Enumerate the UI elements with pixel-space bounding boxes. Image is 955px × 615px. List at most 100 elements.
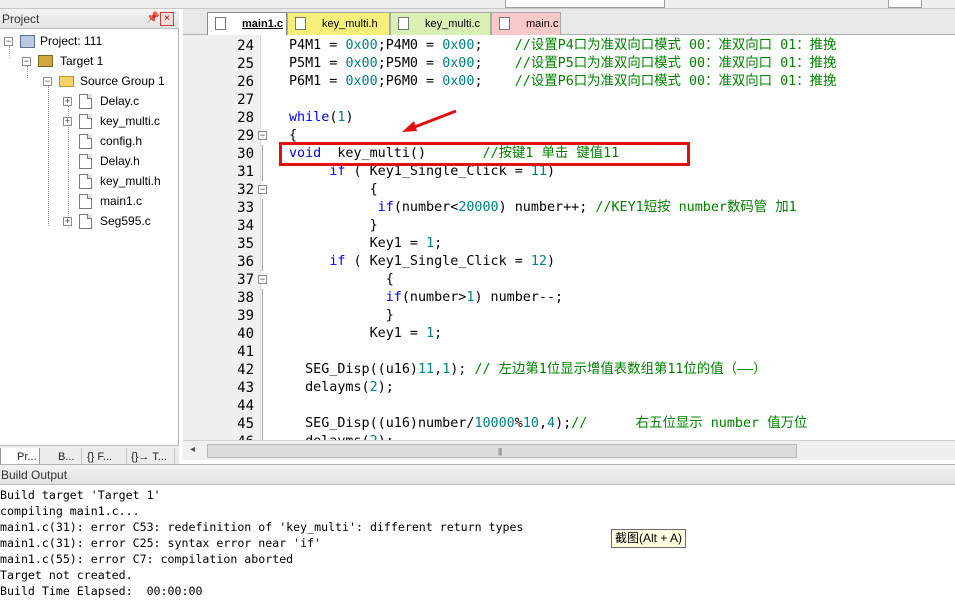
line-number: 40 bbox=[237, 326, 254, 342]
collapse-icon[interactable]: − bbox=[43, 77, 52, 86]
line-number: 42 bbox=[237, 362, 254, 378]
tree-item-file[interactable]: key_multi.h bbox=[0, 172, 178, 190]
pin-icon[interactable]: 📌 bbox=[146, 11, 160, 24]
project-icon bbox=[20, 35, 35, 48]
tab-label: key_multi.h bbox=[322, 18, 378, 30]
tree-item-file[interactable]: + key_multi.c bbox=[0, 112, 178, 130]
tab-key-multi-h[interactable]: key_multi.h bbox=[287, 12, 390, 35]
tree-item-project[interactable]: − Project: 111 bbox=[0, 32, 178, 50]
tree-item-label: key_multi.h bbox=[100, 174, 161, 188]
code-line[interactable]: if ( Key1_Single_Click = 12) bbox=[289, 253, 555, 271]
file-icon bbox=[79, 214, 92, 229]
tab-label: main1.c bbox=[242, 18, 283, 30]
line-number: 27 bbox=[237, 92, 254, 108]
build-output-panel[interactable]: Build target 'Target 1' compiling main1.… bbox=[0, 485, 955, 615]
scroll-left-icon[interactable]: ◂ bbox=[190, 444, 195, 455]
line-number: 34 bbox=[237, 218, 254, 234]
project-panel: Project 📌 × − Project: 111 − Target 1 − … bbox=[0, 9, 179, 469]
file-icon bbox=[295, 17, 306, 30]
code-line[interactable]: P6M1 = 0x00;P6M0 = 0x00; //设置P6口为准双向口模式 … bbox=[289, 73, 836, 91]
fold-toggle-icon[interactable]: − bbox=[258, 131, 267, 140]
file-icon bbox=[398, 17, 409, 30]
file-icon bbox=[79, 94, 92, 109]
tree-item-file[interactable]: config.h bbox=[0, 132, 178, 150]
line-number: 31 bbox=[237, 164, 254, 180]
line-number-gutter: 24 25 26 27 28 29−30 31 32−33 34 35 36 37−38 39 40 41 4… bbox=[183, 35, 267, 440]
line-number: 39 bbox=[237, 308, 254, 324]
code-line[interactable]: } bbox=[289, 307, 394, 325]
file-icon bbox=[79, 114, 92, 129]
close-icon[interactable]: × bbox=[160, 12, 174, 26]
tree-item-label: Project: 111 bbox=[40, 34, 103, 48]
collapse-icon[interactable]: − bbox=[4, 37, 13, 46]
line-number: 43 bbox=[237, 380, 254, 396]
tree-item-file[interactable]: + Delay.c bbox=[0, 92, 178, 110]
tab-label: B... bbox=[58, 451, 75, 463]
code-line[interactable]: Key1 = 1; bbox=[289, 325, 443, 343]
tree-item-file[interactable]: Delay.h bbox=[0, 152, 178, 170]
code-line[interactable]: delayms(2); bbox=[289, 433, 394, 440]
toolbar-combo[interactable] bbox=[505, 0, 665, 8]
line-number: 26 bbox=[237, 74, 254, 90]
file-icon bbox=[499, 17, 510, 30]
tab-main1-c[interactable]: main1.c bbox=[207, 12, 287, 35]
code-editor[interactable]: 24 25 26 27 28 29−30 31 32−33 34 35 36 37−38 39 40 41 4… bbox=[183, 35, 955, 440]
line-number: 32 bbox=[237, 182, 254, 198]
line-number: 36 bbox=[237, 254, 254, 270]
build-output-title: Build Output bbox=[1, 468, 68, 482]
scrollbar-thumb[interactable]: ||| bbox=[207, 444, 797, 458]
grip-icon: ||| bbox=[498, 447, 502, 456]
tree-item-label: Target 1 bbox=[60, 54, 104, 68]
toolbar-button[interactable] bbox=[888, 0, 922, 8]
tab-main-c[interactable]: main.c bbox=[491, 12, 561, 35]
expand-icon[interactable]: + bbox=[63, 217, 72, 226]
expand-icon[interactable]: + bbox=[63, 97, 72, 106]
build-output-line: Build target 'Target 1' bbox=[0, 488, 161, 502]
code-line[interactable]: delayms(2); bbox=[289, 379, 394, 397]
line-number: 37 bbox=[237, 272, 254, 288]
fold-toggle-icon[interactable]: − bbox=[258, 275, 267, 284]
code-line[interactable]: { bbox=[289, 181, 378, 199]
code-line[interactable]: { bbox=[289, 271, 394, 289]
tooltip: 截图(Alt + A) bbox=[611, 529, 687, 548]
tab-label: key_multi.c bbox=[425, 18, 481, 30]
tree-item-label: main1.c bbox=[100, 194, 143, 208]
expand-icon[interactable]: + bbox=[63, 117, 72, 126]
fold-toggle-icon[interactable]: − bbox=[258, 185, 267, 194]
tree-item-label: key_multi.c bbox=[100, 114, 161, 128]
toolbar-strip bbox=[0, 0, 955, 9]
line-number: 28 bbox=[237, 110, 254, 126]
file-icon bbox=[79, 174, 92, 189]
line-number: 29 bbox=[237, 128, 254, 144]
line-number: 46 bbox=[183, 433, 254, 440]
code-line[interactable]: SEG_Disp((u16)11,1); // 左边第1位显示增值表数组第11位… bbox=[289, 361, 766, 379]
code-line[interactable]: SEG_Disp((u16)number/10000%10,4);// 右五位显… bbox=[289, 415, 807, 433]
build-output-line: main1.c(31): error C53: redefinition of … bbox=[0, 520, 524, 534]
build-output-line: Target not created. bbox=[0, 568, 133, 582]
code-line[interactable]: if(number>1) number--; bbox=[289, 289, 563, 307]
code-line[interactable]: Key1 = 1; bbox=[289, 235, 443, 253]
line-number: 38 bbox=[237, 290, 254, 306]
tab-key-multi-c[interactable]: key_multi.c bbox=[390, 12, 491, 35]
code-line[interactable]: P4M1 = 0x00;P4M0 = 0x00; //设置P4口为准双向口模式 … bbox=[289, 37, 836, 55]
target-icon bbox=[38, 55, 53, 67]
file-icon bbox=[215, 17, 226, 30]
line-number: 25 bbox=[237, 56, 254, 72]
file-icon bbox=[79, 134, 92, 149]
collapse-icon[interactable]: − bbox=[22, 57, 31, 66]
build-output-header: Build Output bbox=[0, 464, 955, 485]
code-line[interactable]: } bbox=[289, 217, 378, 235]
horizontal-scrollbar[interactable]: ◂ ||| bbox=[183, 440, 955, 460]
tree-item-source-group[interactable]: − Source Group 1 bbox=[0, 72, 178, 90]
line-number: 30 bbox=[237, 146, 254, 162]
code-line[interactable]: if(number<20000) number++; //KEY1短按 numb… bbox=[289, 199, 797, 217]
tree-item-file[interactable]: + Seg595.c bbox=[0, 212, 178, 230]
build-output-line: Build Time Elapsed: 00:00:00 bbox=[0, 584, 203, 598]
build-output-line: compiling main1.c... bbox=[0, 504, 140, 518]
code-line[interactable]: P5M1 = 0x00;P5M0 = 0x00; //设置P5口为准双向口模式 … bbox=[289, 55, 836, 73]
line-number: 33 bbox=[237, 200, 254, 216]
tree-item-target[interactable]: − Target 1 bbox=[0, 52, 178, 70]
tree-item-label: Source Group 1 bbox=[80, 74, 165, 88]
code-line[interactable]: while(1) bbox=[289, 109, 354, 127]
tree-item-file[interactable]: main1.c bbox=[0, 192, 178, 210]
